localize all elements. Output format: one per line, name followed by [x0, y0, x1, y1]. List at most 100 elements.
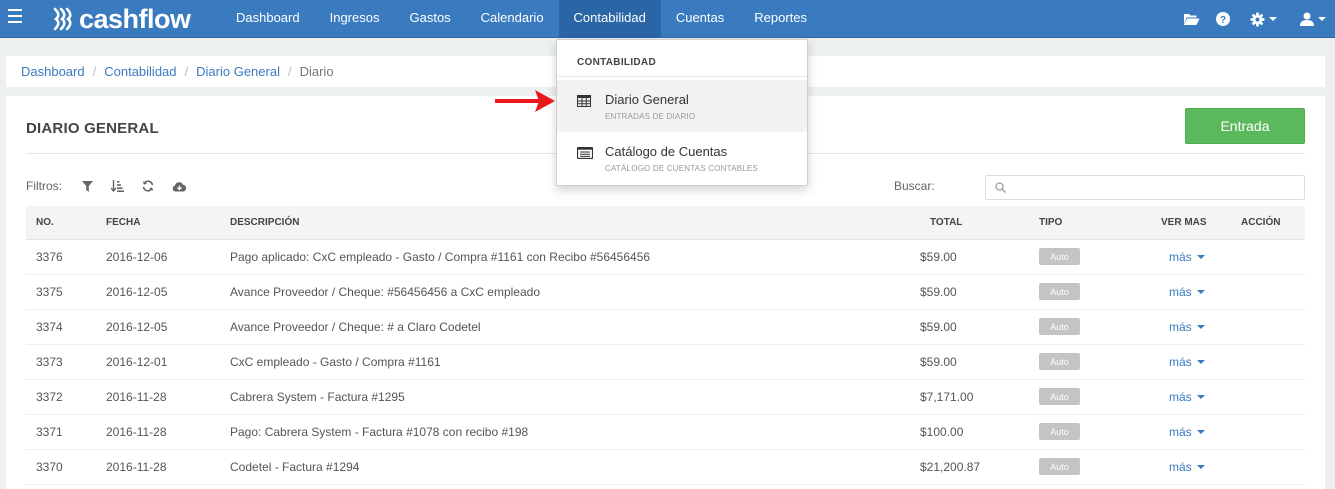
brand-logo[interactable]: cashflow — [52, 5, 191, 33]
breadcrumb-diario-general[interactable]: Diario General — [196, 64, 280, 79]
tipo-badge: Auto — [1039, 283, 1080, 300]
ver-mas-dropdown[interactable]: más — [1169, 320, 1205, 334]
ver-mas-label: más — [1169, 460, 1192, 474]
cell-no: 3375 — [36, 285, 63, 299]
header-fecha[interactable]: FECHA — [106, 217, 140, 228]
cell-no: 3373 — [36, 355, 63, 369]
nav-item-dashboard[interactable]: Dashboard — [221, 0, 315, 38]
cell-descripcion: Avance Proveedor / Cheque: #56456456 a C… — [230, 285, 540, 299]
nav-item-cuentas[interactable]: Cuentas — [661, 0, 739, 38]
breadcrumb-diario: Diario — [299, 64, 334, 79]
journal-table: NO. FECHA DESCRIPCIÓN TOTAL TIPO VER MAS… — [26, 206, 1305, 485]
table-header: NO. FECHA DESCRIPCIÓN TOTAL TIPO VER MAS… — [26, 206, 1305, 240]
folder-open-icon[interactable] — [1183, 0, 1200, 38]
ver-mas-label: más — [1169, 320, 1192, 334]
page-title: DIARIO GENERAL — [26, 120, 159, 137]
menu-item-subtitle: ENTRADAS DE DIARIO — [605, 112, 696, 121]
cell-fecha: 2016-12-05 — [106, 285, 168, 299]
header-accion: ACCIÓN — [1241, 217, 1281, 228]
menu-item-catalogo-de-cuentas[interactable]: Catálogo de Cuentas CATÁLOGO DE CUENTAS … — [557, 132, 807, 184]
tipo-badge: Auto — [1039, 318, 1080, 335]
cloud-download-icon[interactable] — [172, 181, 187, 192]
refresh-icon[interactable] — [142, 180, 154, 192]
chevron-down-icon — [1196, 430, 1205, 434]
cashflow-logo-icon — [53, 7, 72, 31]
cell-fecha: 2016-11-28 — [106, 425, 167, 439]
breadcrumb-dashboard[interactable]: Dashboard — [21, 64, 85, 79]
nav-item-reportes[interactable]: Reportes — [739, 0, 822, 38]
nav-item-ingresos[interactable]: Ingresos — [315, 0, 395, 38]
cell-descripcion: Cabrera System - Factura #1295 — [230, 390, 405, 404]
ver-mas-dropdown[interactable]: más — [1169, 425, 1205, 439]
filter-icon[interactable] — [82, 180, 93, 192]
cell-total: $59.00 — [920, 250, 957, 264]
sort-amount-icon[interactable] — [111, 180, 124, 192]
ver-mas-dropdown[interactable]: más — [1169, 285, 1205, 299]
tipo-badge: Auto — [1039, 353, 1080, 370]
nav-item-calendario[interactable]: Calendario — [466, 0, 559, 38]
table-row[interactable]: 3375 2016-12-05 Avance Proveedor / Chequ… — [26, 275, 1305, 310]
search-field[interactable] — [985, 175, 1305, 200]
header-tipo[interactable]: TIPO — [1039, 217, 1062, 228]
breadcrumb-contabilidad[interactable]: Contabilidad — [104, 64, 176, 79]
cell-descripcion: Pago: Cabrera System - Factura #1078 con… — [230, 425, 529, 439]
filters-label: Filtros: — [26, 179, 62, 193]
cell-descripcion: Codetel - Factura #1294 — [230, 460, 360, 474]
chevron-down-icon — [1269, 17, 1277, 21]
tipo-badge: Auto — [1039, 248, 1080, 265]
entrada-button[interactable]: Entrada — [1185, 108, 1305, 144]
cell-descripcion: CxC empleado - Gasto / Compra #1161 — [230, 355, 441, 369]
ver-mas-dropdown[interactable]: más — [1169, 390, 1205, 404]
cell-descripcion: Avance Proveedor / Cheque: # a Claro Cod… — [230, 320, 481, 334]
tipo-badge: Auto — [1039, 423, 1080, 440]
search-input[interactable] — [1012, 180, 1304, 195]
header-total[interactable]: TOTAL — [930, 217, 962, 228]
table-row[interactable]: 3376 2016-12-06 Pago aplicado: CxC emple… — [26, 240, 1305, 275]
header-ver-mas: VER MAS — [1161, 217, 1207, 228]
annotation-arrow-icon — [495, 90, 555, 112]
menu-item-label: Diario General — [605, 92, 689, 107]
cell-descripcion: Pago aplicado: CxC empleado - Gasto / Co… — [230, 250, 651, 264]
ver-mas-dropdown[interactable]: más — [1169, 460, 1205, 474]
cell-fecha: 2016-12-06 — [106, 250, 168, 264]
hamburger-menu-icon[interactable] — [8, 9, 22, 23]
search-icon — [995, 182, 1006, 193]
menu-item-diario-general[interactable]: Diario General ENTRADAS DE DIARIO — [557, 80, 807, 132]
tipo-badge: Auto — [1039, 458, 1080, 475]
table-row[interactable]: 3371 2016-11-28 Pago: Cabrera System - F… — [26, 415, 1305, 450]
header-descripcion[interactable]: DESCRIPCIÓN — [230, 217, 299, 228]
cell-fecha: 2016-11-28 — [106, 390, 167, 404]
cell-no: 3376 — [36, 250, 63, 264]
chevron-down-icon — [1196, 465, 1205, 469]
chevron-down-icon — [1196, 395, 1205, 399]
chevron-down-icon — [1196, 255, 1205, 259]
nav-item-contabilidad[interactable]: Contabilidad — [558, 0, 661, 38]
top-navbar: cashflow Dashboard Ingresos Gastos Calen… — [0, 0, 1335, 38]
search-label: Buscar: — [894, 179, 935, 193]
table-row[interactable]: 3370 2016-11-28 Codetel - Factura #1294 … — [26, 450, 1305, 485]
main-nav: Dashboard Ingresos Gastos Calendario Con… — [221, 0, 822, 38]
ver-mas-label: más — [1169, 425, 1192, 439]
ver-mas-label: más — [1169, 250, 1192, 264]
ver-mas-label: más — [1169, 390, 1192, 404]
nav-right-icons: ? — [1183, 0, 1335, 38]
ver-mas-dropdown[interactable]: más — [1169, 355, 1205, 369]
cell-fecha: 2016-12-05 — [106, 320, 168, 334]
gear-icon[interactable] — [1250, 0, 1277, 38]
cell-no: 3374 — [36, 320, 63, 334]
table-row[interactable]: 3374 2016-12-05 Avance Proveedor / Chequ… — [26, 310, 1305, 345]
menu-item-subtitle: CATÁLOGO DE CUENTAS CONTABLES — [605, 164, 758, 173]
breadcrumb-separator: / — [92, 64, 97, 79]
nav-item-gastos[interactable]: Gastos — [394, 0, 465, 38]
cell-no: 3371 — [36, 425, 63, 439]
user-icon[interactable] — [1300, 0, 1326, 38]
dropdown-divider — [557, 76, 807, 77]
ver-mas-dropdown[interactable]: más — [1169, 250, 1205, 264]
tipo-badge: Auto — [1039, 388, 1080, 405]
table-row[interactable]: 3373 2016-12-01 CxC empleado - Gasto / C… — [26, 345, 1305, 380]
filters-bar: Filtros: — [26, 179, 187, 193]
table-icon — [577, 95, 591, 107]
table-row[interactable]: 3372 2016-11-28 Cabrera System - Factura… — [26, 380, 1305, 415]
header-no[interactable]: NO. — [36, 217, 54, 228]
question-circle-icon[interactable]: ? — [1216, 0, 1230, 38]
